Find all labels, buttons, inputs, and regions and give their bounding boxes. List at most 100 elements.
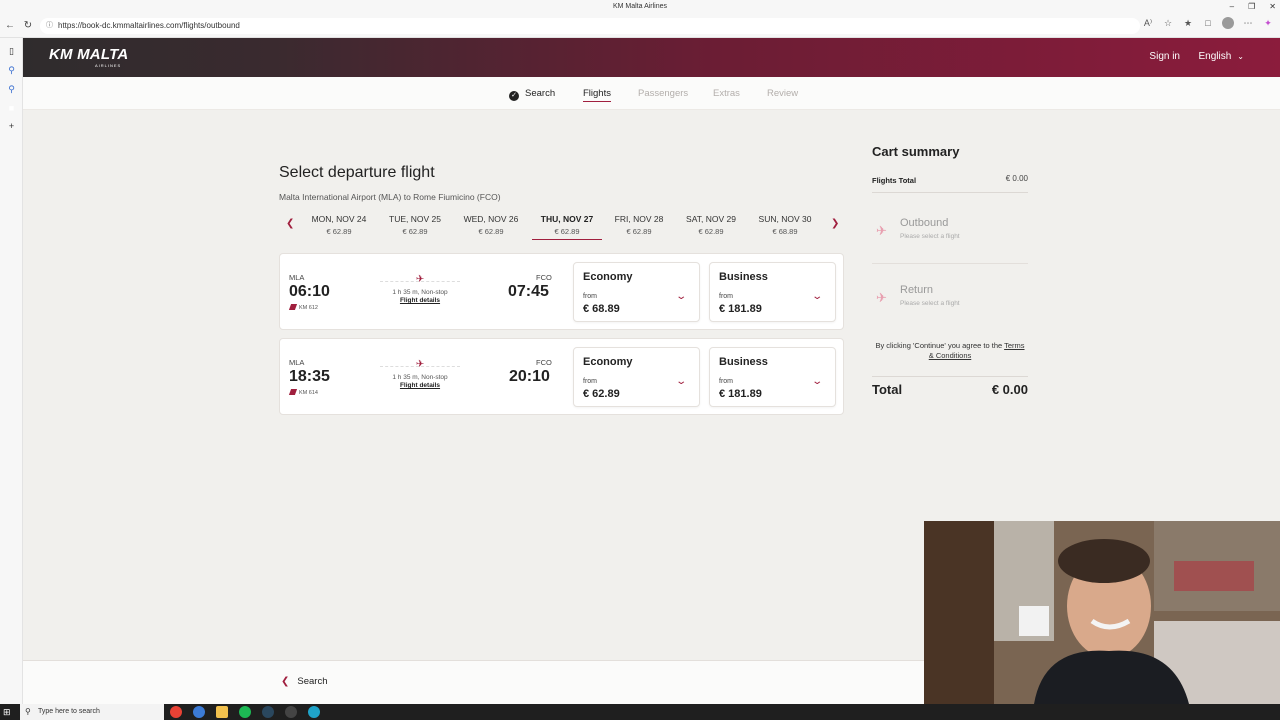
chrome-icon[interactable] — [170, 706, 182, 718]
economy-fare-dropdown[interactable]: Economy from € 68.89 ⌄ — [573, 262, 700, 322]
tabs-icon[interactable]: ▯ — [0, 46, 23, 57]
date-label: SUN, NOV 30 — [758, 214, 812, 224]
search-icon: ⚲ — [25, 707, 31, 716]
date-price: € 62.89 — [698, 227, 724, 236]
windows-taskbar: ⊞ ⚲ Type here to search — [0, 704, 1280, 720]
favorite-star-icon[interactable]: ☆ — [1162, 18, 1174, 29]
obs-icon[interactable] — [285, 706, 297, 718]
date-price: € 68.89 — [772, 227, 798, 236]
step-flights[interactable]: Flights — [583, 88, 611, 102]
flight-duration-block: ✈ 1 h 35 m, Non-stop Flight details — [380, 274, 460, 304]
fare-from-label: from — [583, 378, 597, 385]
economy-fare-dropdown[interactable]: Economy from € 62.89 ⌄ — [573, 347, 700, 407]
favorites-icon[interactable]: ★ — [1182, 18, 1194, 29]
origin-code: MLA — [289, 358, 305, 367]
flight-duration: 1 h 35 m, Non-stop — [392, 374, 448, 381]
date-option[interactable]: FRI, NOV 28 € 62.89 — [604, 214, 674, 236]
fare-from-label: from — [719, 378, 733, 385]
back-to-search-button[interactable]: ❮ Search — [281, 676, 328, 687]
chevron-down-icon: ⌄ — [674, 376, 687, 387]
airline-tail-icon — [288, 389, 298, 395]
departure-time: 06:10 — [289, 283, 330, 300]
route-line — [380, 366, 460, 367]
app-icon[interactable] — [193, 706, 205, 718]
close-icon[interactable]: ✕ — [1269, 0, 1276, 13]
step-passengers: Passengers — [638, 88, 689, 99]
steam-icon[interactable] — [262, 706, 274, 718]
sidebar-search-icon[interactable]: ⚲ — [0, 65, 23, 76]
address-bar[interactable]: ⓘ https://book-dc.kmmaltairlines.com/fli… — [40, 18, 1140, 34]
window-title: KM Malta Airlines — [612, 3, 668, 10]
taskbar-search[interactable]: ⚲ Type here to search — [20, 704, 164, 720]
date-option[interactable]: MON, NOV 24 € 62.89 — [304, 214, 374, 236]
divider — [872, 376, 1028, 377]
airplane-icon: ✈ — [876, 290, 887, 305]
destination-code: FCO — [536, 358, 552, 367]
add-icon[interactable]: + — [0, 121, 23, 131]
more-icon[interactable]: ⋯ — [1242, 18, 1254, 29]
next-dates-chevron-right-icon[interactable]: ❯ — [831, 218, 839, 229]
page-title: Select departure flight — [279, 164, 435, 181]
date-label: SAT, NOV 29 — [686, 214, 736, 224]
km-malta-logo[interactable]: KM MALTA AIRLINES — [49, 46, 128, 68]
back-icon[interactable]: ← — [2, 17, 18, 33]
date-option[interactable]: SUN, NOV 30 € 68.89 — [750, 214, 820, 236]
copilot-icon[interactable]: ✦ — [1262, 18, 1274, 29]
cart-outbound: ✈ Outbound Please select a flight — [872, 217, 1028, 247]
step-search[interactable]: ✓ Search — [509, 88, 555, 101]
fare-class-label: Business — [719, 356, 768, 368]
flight-details-link[interactable]: Flight details — [380, 382, 460, 389]
profile-avatar[interactable] — [1222, 17, 1234, 29]
destination-code: FCO — [536, 273, 552, 282]
departure-time: 18:35 — [289, 368, 330, 385]
read-aloud-icon[interactable]: A⁾ — [1142, 18, 1154, 29]
prev-dates-chevron-left-icon[interactable]: ❮ — [286, 218, 294, 229]
webcam-image — [924, 521, 1280, 704]
date-option[interactable]: WED, NOV 26 € 62.89 — [456, 214, 526, 236]
outbound-subtitle: Please select a flight — [900, 233, 960, 240]
outbound-title: Outbound — [900, 217, 949, 229]
arrival-time: 07:45 — [508, 283, 549, 300]
route-line — [380, 281, 460, 282]
date-option[interactable]: SAT, NOV 29 € 62.89 — [676, 214, 746, 236]
return-title: Return — [900, 284, 934, 296]
taskbar-search-placeholder: Type here to search — [38, 708, 100, 715]
fare-class-label: Economy — [583, 356, 633, 368]
refresh-icon[interactable]: ↻ — [20, 17, 36, 33]
business-fare-dropdown[interactable]: Business from € 181.89 ⌄ — [709, 347, 836, 407]
flight-card: MLA 18:35 KM 614 ✈ 1 h 35 m, Non-stop Fl… — [279, 338, 844, 415]
step-review: Review — [767, 88, 799, 99]
spotify-icon[interactable] — [239, 706, 251, 718]
date-label: WED, NOV 26 — [463, 214, 519, 224]
terms-notice: By clicking 'Continue' you agree to the … — [872, 341, 1028, 361]
step-extras: Extras — [713, 88, 740, 99]
chevron-down-icon: ⌄ — [810, 291, 823, 302]
window-titlebar: KM Malta Airlines – ❐ ✕ — [0, 0, 1280, 13]
site-info-icon[interactable]: ⓘ — [46, 18, 53, 34]
fare-from-label: from — [583, 293, 597, 300]
minimize-icon[interactable]: – — [1230, 0, 1234, 13]
collections-icon[interactable]: □ — [1202, 18, 1214, 28]
language-selector[interactable]: English ⌄ — [1198, 51, 1244, 62]
windows-start-icon[interactable]: ⊞ — [3, 707, 11, 718]
divider — [872, 263, 1028, 264]
fare-class-label: Economy — [583, 271, 633, 283]
date-price: € 62.89 — [554, 227, 580, 236]
sidebar-search-icon-2[interactable]: ⚲ — [0, 84, 23, 95]
chevron-left-icon: ❮ — [281, 676, 290, 687]
chevron-down-icon: ⌄ — [1237, 52, 1244, 61]
flight-card: MLA 06:10 KM 612 ✈ 1 h 35 m, Non-stop Fl… — [279, 253, 844, 330]
file-explorer-icon[interactable] — [216, 706, 228, 718]
business-fare-dropdown[interactable]: Business from € 181.89 ⌄ — [709, 262, 836, 322]
route-subtitle: Malta International Airport (MLA) to Rom… — [279, 192, 501, 202]
date-price: € 62.89 — [478, 227, 504, 236]
edge-icon[interactable] — [308, 706, 320, 718]
restore-icon[interactable]: ❐ — [1248, 0, 1255, 13]
sidebar-blank-icon[interactable]: ■ — [0, 103, 23, 113]
chevron-down-icon: ⌄ — [674, 291, 687, 302]
date-option[interactable]: TUE, NOV 25 € 62.89 — [380, 214, 450, 236]
date-price: € 62.89 — [326, 227, 352, 236]
flight-details-link[interactable]: Flight details — [380, 297, 460, 304]
date-option-selected[interactable]: THU, NOV 27 € 62.89 — [532, 214, 602, 240]
sign-in-link[interactable]: Sign in — [1149, 51, 1180, 62]
